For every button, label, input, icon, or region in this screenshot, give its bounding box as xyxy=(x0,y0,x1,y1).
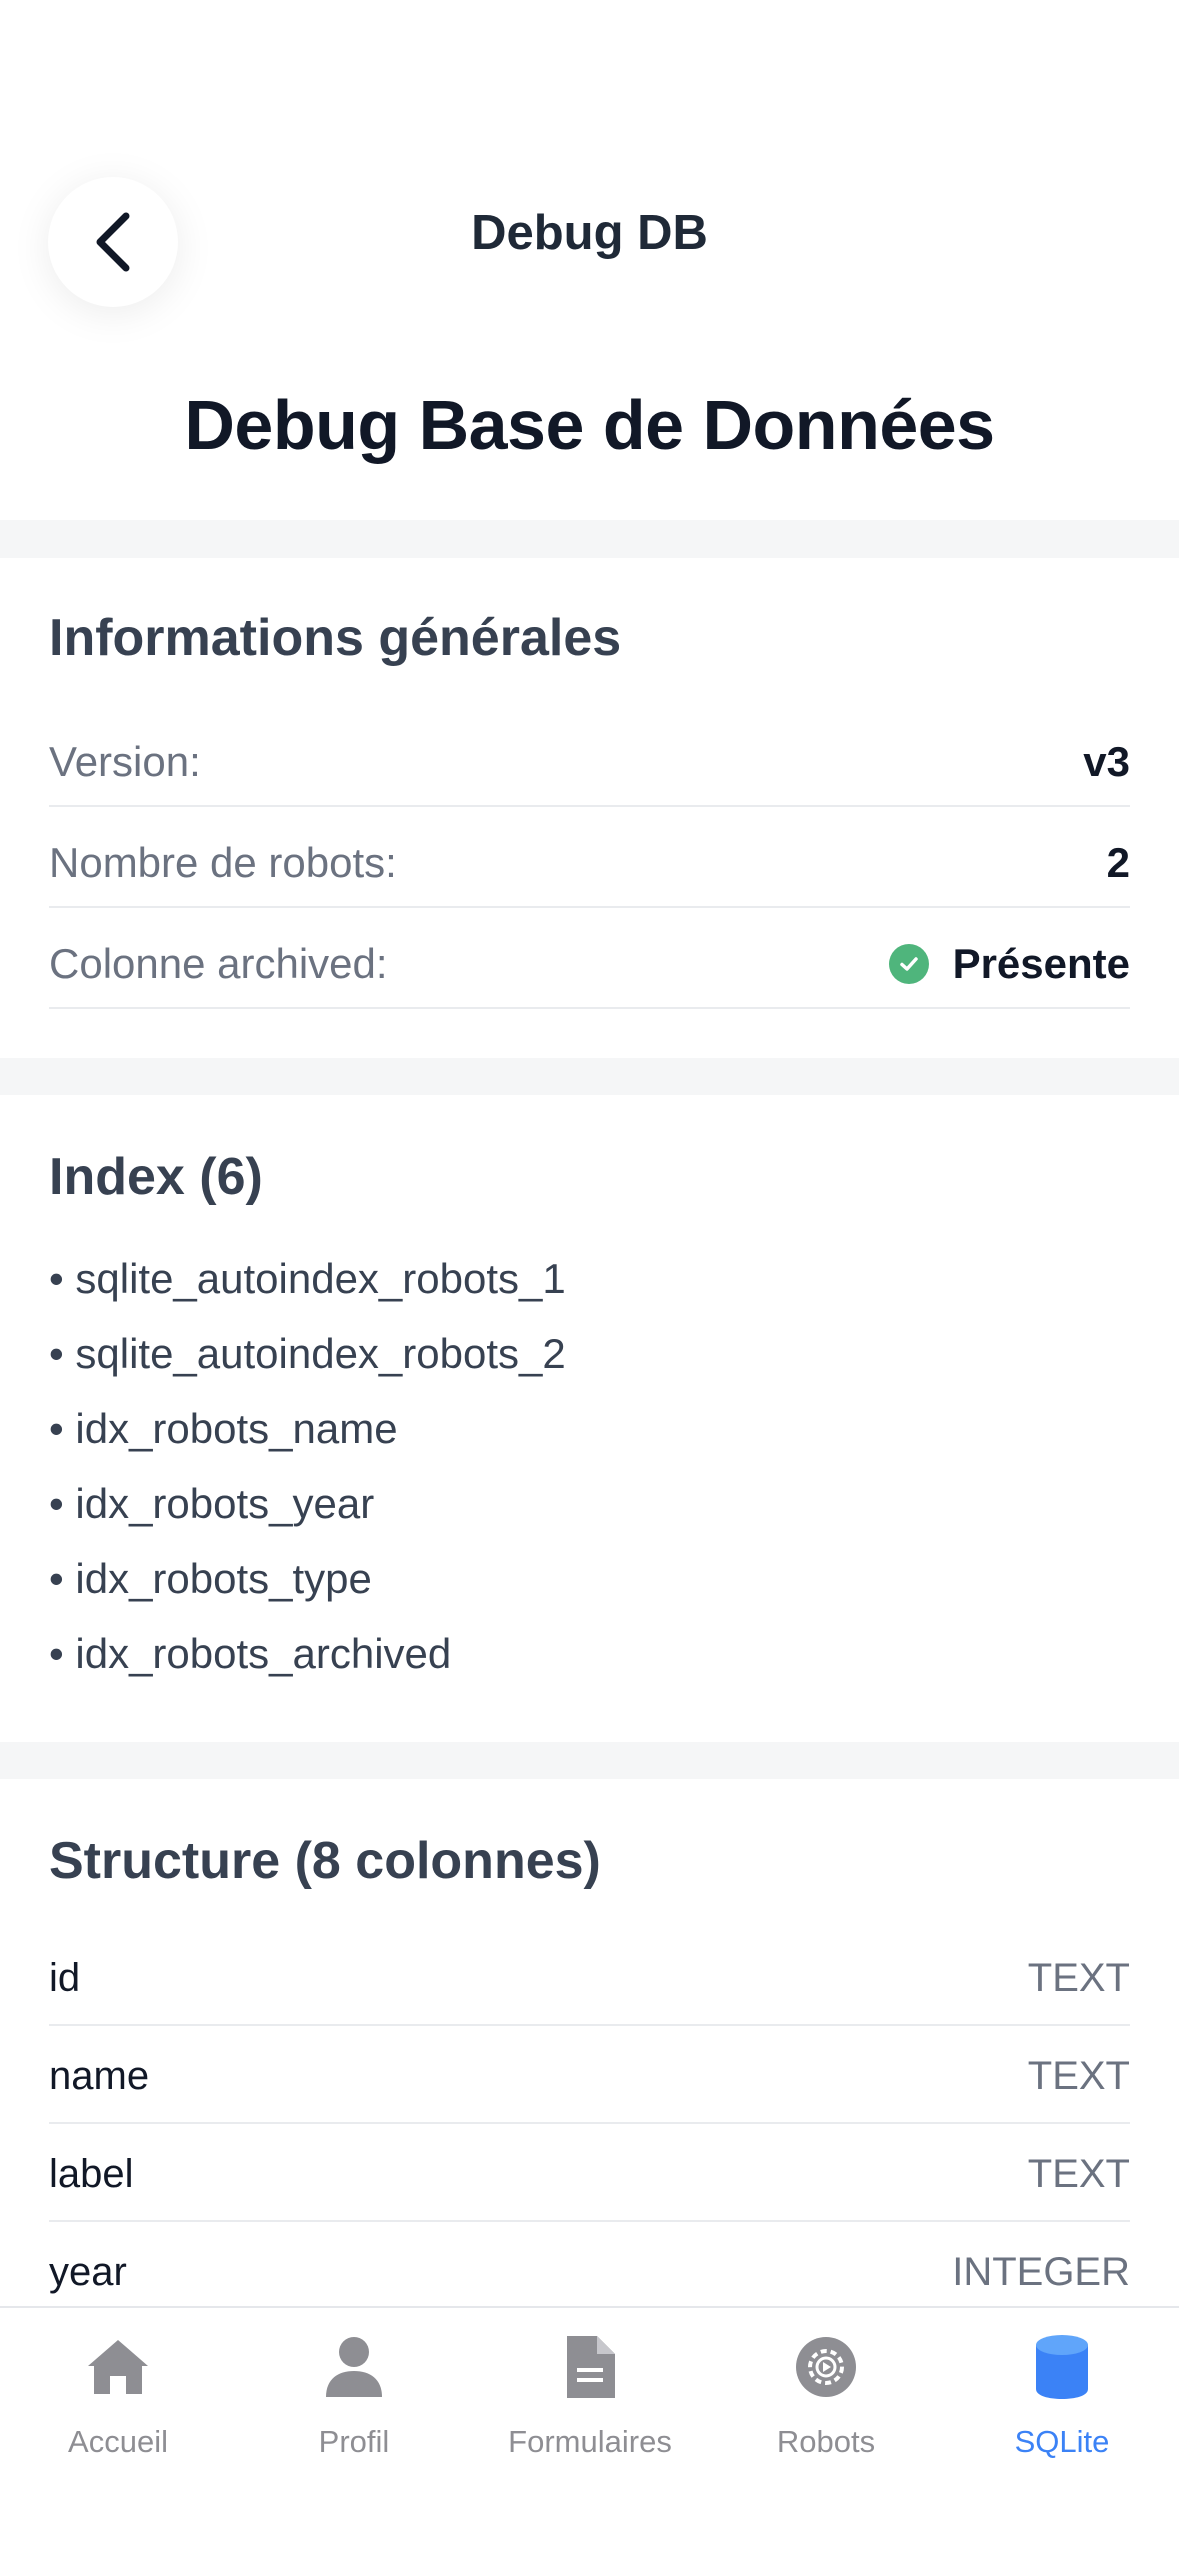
tab-profil[interactable]: Profil xyxy=(236,2308,472,2508)
info-value: 2 xyxy=(1106,839,1130,886)
tab-bar: Accueil Profil Formulaires Robots SQLite xyxy=(0,2306,1179,2556)
general-info-title: Informations générales xyxy=(49,609,622,667)
info-row-version: Version: v3 xyxy=(49,706,1130,807)
column-type: TEXT xyxy=(1027,2054,1130,2098)
section-divider xyxy=(0,520,1179,558)
column-type: TEXT xyxy=(1027,1956,1130,2000)
index-item: • idx_robots_year xyxy=(49,1480,375,1527)
index-card: Index (6) • sqlite_autoindex_robots_1 • … xyxy=(0,1095,1179,1742)
index-item: • idx_robots_type xyxy=(49,1555,372,1602)
structure-title: Structure (8 colonnes) xyxy=(49,1832,601,1890)
column-name: id xyxy=(49,1956,81,2000)
person-icon xyxy=(319,2332,389,2402)
index-item: • sqlite_autoindex_robots_1 xyxy=(49,1255,566,1302)
column-row: id TEXT xyxy=(49,1928,1130,2026)
column-name: name xyxy=(49,2054,150,2098)
section-divider xyxy=(0,1058,1179,1095)
tab-label: Formulaires xyxy=(508,2424,672,2459)
document-icon xyxy=(555,2332,625,2402)
column-row: year INTEGER xyxy=(49,2222,1130,2306)
tab-accueil[interactable]: Accueil xyxy=(0,2308,236,2508)
index-item: • sqlite_autoindex_robots_2 xyxy=(49,1330,566,1377)
info-row-archived-column: Colonne archived: Présente xyxy=(49,908,1130,1009)
structure-card: Structure (8 colonnes) id TEXT name TEXT… xyxy=(0,1779,1179,2306)
check-circle-icon xyxy=(888,944,929,984)
index-item: • idx_robots_name xyxy=(49,1405,398,1452)
column-row: label TEXT xyxy=(49,2124,1130,2222)
info-label: Version: xyxy=(49,738,201,785)
tab-label: Robots xyxy=(776,2424,876,2459)
column-name: year xyxy=(49,2250,127,2294)
database-icon xyxy=(1027,2332,1097,2402)
section-divider xyxy=(0,1742,1179,1779)
general-info-card: Informations générales Version: v3 Nombr… xyxy=(0,558,1179,1058)
info-label: Colonne archived: xyxy=(49,940,388,987)
tab-robots[interactable]: Robots xyxy=(708,2308,944,2508)
tab-sqlite[interactable]: SQLite xyxy=(944,2308,1179,2508)
info-value: Présente xyxy=(888,940,1130,988)
robot-gear-icon xyxy=(791,2332,861,2402)
header: Debug DB Debug Base de Données xyxy=(0,0,1179,520)
column-row: name TEXT xyxy=(49,2026,1130,2124)
column-name: label xyxy=(49,2152,134,2196)
info-label: Nombre de robots: xyxy=(49,839,397,886)
info-value: v3 xyxy=(1083,738,1130,785)
tab-label: Profil xyxy=(318,2424,390,2459)
page-title: Debug Base de Données xyxy=(184,386,995,464)
index-item: • idx_robots_archived xyxy=(49,1630,452,1677)
nav-title: Debug DB xyxy=(471,206,708,260)
column-type: INTEGER xyxy=(952,2250,1130,2294)
tab-label: Accueil xyxy=(68,2424,168,2459)
home-icon xyxy=(83,2332,153,2402)
column-type: TEXT xyxy=(1027,2152,1130,2196)
tab-formulaires[interactable]: Formulaires xyxy=(472,2308,708,2508)
info-row-robot-count: Nombre de robots: 2 xyxy=(49,807,1130,908)
tab-label: SQLite xyxy=(1014,2424,1110,2459)
index-title: Index (6) xyxy=(49,1148,263,1206)
status-text: Présente xyxy=(952,940,1130,987)
